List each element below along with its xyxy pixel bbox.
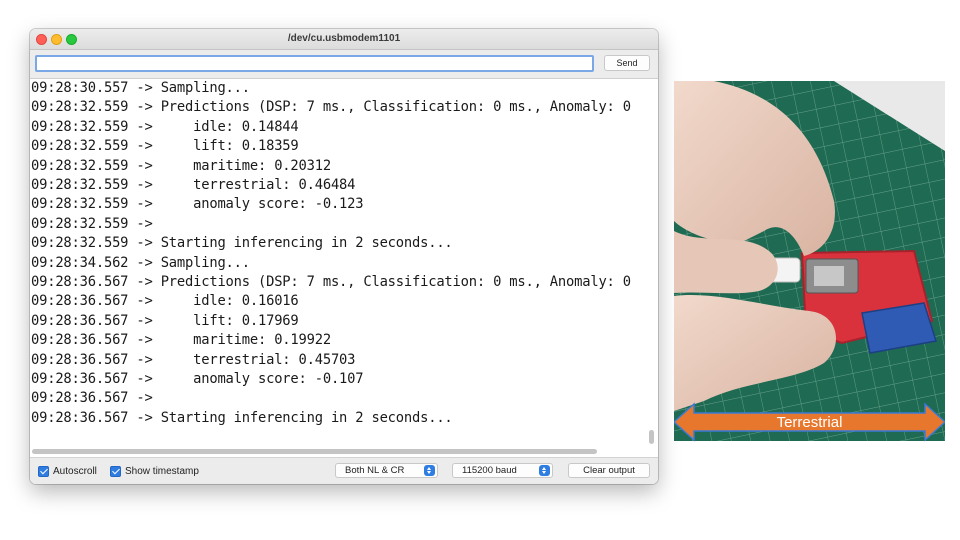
output-line: 09:28:36.567 -> Predictions (DSP: 7 ms.,… — [31, 274, 631, 290]
baud-rate-value: 115200 baud — [462, 465, 517, 476]
output-line: 09:28:32.559 -> Predictions (DSP: 7 ms.,… — [31, 99, 631, 116]
device-photo — [674, 81, 945, 441]
chevron-updown-icon — [539, 465, 550, 476]
autoscroll-label: Autoscroll — [53, 466, 97, 477]
show-timestamp-checkbox[interactable] — [110, 466, 121, 477]
output-line: 09:28:32.559 -> lift: 0.18359 — [31, 138, 299, 155]
output-line: 09:28:36.567 -> idle: 0.16016 — [31, 293, 299, 310]
output-line: 09:28:32.559 -> idle: 0.14844 — [31, 118, 299, 135]
output-line: 09:28:36.567 -> Starting inferencing in … — [31, 409, 453, 426]
title-bar: /dev/cu.usbmodem1101 — [30, 29, 658, 50]
send-button[interactable]: Send — [604, 55, 650, 71]
output-line: 09:28:34.562 -> Sampling... — [31, 254, 250, 271]
vertical-scrollbar[interactable] — [649, 430, 654, 444]
input-bar: Send — [30, 50, 658, 79]
classification-label: Terrestrial — [776, 414, 843, 431]
output-line: 09:28:36.567 -> — [31, 390, 153, 407]
output-line: 09:28:32.559 -> anomaly score: -0.123 — [31, 196, 364, 213]
output-line: 09:28:32.559 -> — [31, 215, 153, 232]
device-photo-illustration — [674, 81, 945, 441]
serial-output[interactable]: 09:28:30.557 -> Sampling... 09:28:32.559… — [30, 79, 658, 457]
classification-banner: Terrestrial — [672, 402, 947, 442]
output-line: 09:28:30.557 -> Sampling... — [31, 80, 250, 96]
window-title: /dev/cu.usbmodem1101 — [287, 33, 401, 44]
output-line: 09:28:32.559 -> maritime: 0.20312 — [31, 157, 331, 174]
output-line: 09:28:36.567 -> lift: 0.17969 — [31, 312, 299, 329]
output-line: 09:28:36.567 -> maritime: 0.19922 — [31, 332, 331, 349]
line-ending-select[interactable]: Both NL & CR — [335, 463, 438, 478]
output-line: 09:28:36.567 -> terrestrial: 0.45703 — [31, 351, 356, 368]
clear-output-button[interactable]: Clear output — [568, 463, 650, 478]
chevron-updown-icon — [424, 465, 435, 476]
line-ending-value: Both NL & CR — [345, 465, 405, 476]
horizontal-scrollbar[interactable] — [32, 449, 597, 454]
autoscroll-checkbox[interactable] — [38, 466, 49, 477]
output-line: 09:28:36.567 -> anomaly score: -0.107 — [31, 371, 364, 387]
show-timestamp-label: Show timestamp — [125, 466, 199, 477]
serial-input[interactable] — [35, 55, 594, 72]
output-line: 09:28:32.559 -> terrestrial: 0.46484 — [31, 177, 356, 193]
baud-rate-select[interactable]: 115200 baud — [452, 463, 553, 478]
bottom-toolbar: Autoscroll Show timestamp Both NL & CR 1… — [30, 457, 658, 484]
serial-monitor-window: /dev/cu.usbmodem1101 Send 09:28:30.557 -… — [30, 29, 658, 484]
chip-shield — [814, 266, 844, 286]
output-line: 09:28:32.559 -> Starting inferencing in … — [31, 235, 453, 252]
